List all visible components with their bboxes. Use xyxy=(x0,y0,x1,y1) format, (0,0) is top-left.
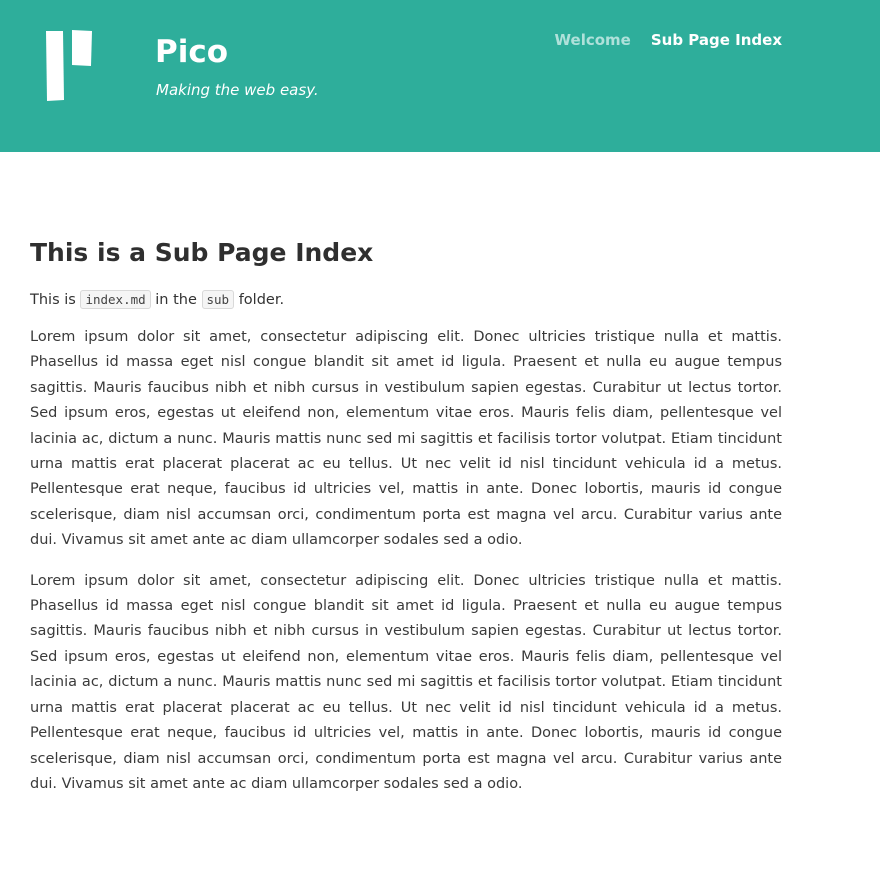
site-tagline: Making the web easy. xyxy=(156,81,319,99)
intro-suffix: folder. xyxy=(238,292,285,308)
page-title: This is a Sub Page Index xyxy=(30,238,374,267)
site-header: Pico Making the web easy. Welcome Sub Pa… xyxy=(0,0,880,152)
main-content: This is a Sub Page Index This is index.m… xyxy=(30,230,782,812)
pico-logo-icon[interactable] xyxy=(45,30,92,101)
intro-middle: in the xyxy=(155,292,197,308)
nav-item-sub-page-index[interactable]: Sub Page Index xyxy=(651,28,782,52)
intro-text: This is index.md in the sub folder. xyxy=(30,289,782,311)
body-paragraph: Lorem ipsum dolor sit amet, consectetur … xyxy=(30,572,782,792)
main-nav: Welcome Sub Page Index xyxy=(555,28,782,52)
intro-prefix: This is xyxy=(30,292,76,308)
filename-code: index.md xyxy=(80,290,151,309)
nav-item-welcome[interactable]: Welcome xyxy=(555,28,631,52)
pico-logo-svg xyxy=(46,30,92,101)
folder-code: sub xyxy=(201,290,235,309)
site-title[interactable]: Pico xyxy=(155,31,228,73)
body-paragraph: Lorem ipsum dolor sit amet, consectetur … xyxy=(30,329,782,549)
